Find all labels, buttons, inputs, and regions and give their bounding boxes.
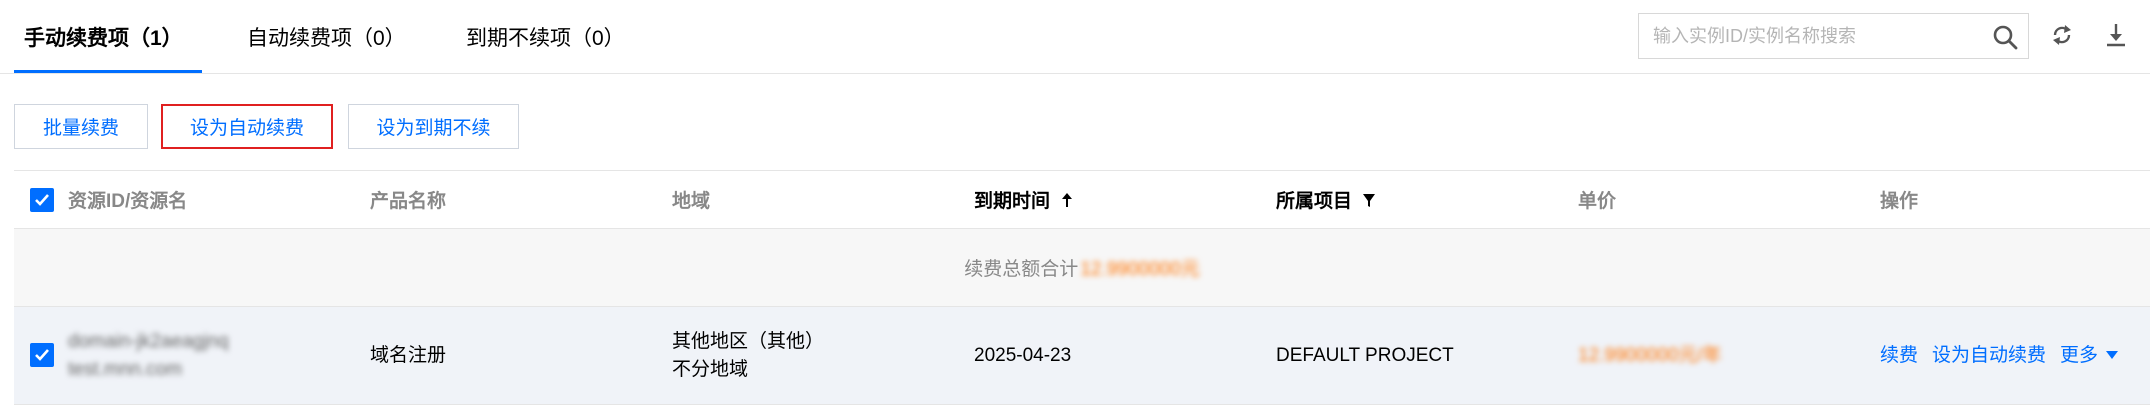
column-header-region: 地域 bbox=[672, 191, 711, 212]
unit-price: 12.9900000元/年 bbox=[1578, 344, 1722, 366]
set-no-renew-button[interactable]: 设为到期不续 bbox=[348, 104, 519, 149]
column-header-resource: 资源ID/资源名 bbox=[68, 191, 188, 212]
column-header-product: 产品名称 bbox=[370, 191, 447, 212]
renewal-tabs: 手动续费项（1） 自动续费项（0） 到期不续项（0） bbox=[0, 0, 2150, 74]
resource-id: domain-jk2aeagjnq bbox=[68, 330, 229, 352]
renew-link[interactable]: 续费 bbox=[1880, 342, 1918, 370]
cell-product: 域名注册 bbox=[370, 344, 447, 366]
summary-label: 续费总额合计 bbox=[964, 259, 1079, 280]
renewal-total-summary: 续费总额合计 12.9900000元 bbox=[14, 229, 2150, 307]
tab-no-renewal[interactable]: 到期不续项（0） bbox=[466, 0, 625, 74]
select-all-checkbox[interactable] bbox=[30, 188, 54, 212]
resource-name: test.mnn.com bbox=[68, 358, 183, 380]
region-zone: 不分地域 bbox=[672, 358, 749, 380]
cell-operations: 续费 设为自动续费 更多 bbox=[1880, 307, 2132, 404]
tab-manual-renewal[interactable]: 手动续费项（1） bbox=[24, 0, 183, 74]
sort-ascending-icon[interactable] bbox=[1060, 192, 1074, 208]
cell-project: DEFAULT PROJECT bbox=[1276, 344, 1454, 366]
search-icon[interactable] bbox=[1991, 23, 2019, 51]
filter-icon[interactable] bbox=[1362, 192, 1376, 208]
more-label: 更多 bbox=[2060, 344, 2099, 366]
table-row: domain-jk2aeagjnq test.mnn.com 域名注册 其他地区… bbox=[14, 307, 2150, 405]
caret-down-icon bbox=[2106, 351, 2119, 360]
column-header-project-label: 所属项目 bbox=[1276, 191, 1353, 212]
column-header-expiry-label: 到期时间 bbox=[974, 191, 1051, 212]
column-header-operations: 操作 bbox=[1880, 191, 1919, 212]
cell-expiry: 2025-04-23 bbox=[974, 344, 1072, 366]
download-icon[interactable] bbox=[2101, 20, 2131, 50]
more-dropdown[interactable]: 更多 bbox=[2060, 342, 2119, 370]
cell-price: 12.9900000元/年 bbox=[1578, 307, 1722, 404]
search-input[interactable] bbox=[1653, 22, 1973, 50]
column-header-expiry[interactable]: 到期时间 bbox=[974, 171, 1074, 228]
batch-renew-button[interactable]: 批量续费 bbox=[14, 104, 148, 149]
tab-auto-renewal[interactable]: 自动续费项（0） bbox=[247, 0, 406, 74]
row-select-checkbox[interactable] bbox=[30, 343, 54, 367]
summary-amount: 12.9900000元 bbox=[1080, 259, 1200, 280]
active-tab-indicator bbox=[14, 70, 202, 73]
set-auto-renew-link[interactable]: 设为自动续费 bbox=[1932, 342, 2046, 370]
cell-resource: domain-jk2aeagjnq test.mnn.com bbox=[68, 307, 229, 404]
instance-search-box bbox=[1638, 13, 2029, 59]
region-name: 其他地区（其他） bbox=[672, 330, 825, 352]
set-auto-renew-button[interactable]: 设为自动续费 bbox=[161, 104, 333, 149]
column-header-price: 单价 bbox=[1578, 191, 1617, 212]
refresh-icon[interactable] bbox=[2047, 20, 2077, 50]
cell-region: 其他地区（其他） 不分地域 bbox=[672, 307, 824, 404]
column-header-project[interactable]: 所属项目 bbox=[1276, 171, 1376, 228]
table-header: 资源ID/资源名 产品名称 地域 到期时间 所属项目 单价 操作 bbox=[14, 170, 2150, 229]
